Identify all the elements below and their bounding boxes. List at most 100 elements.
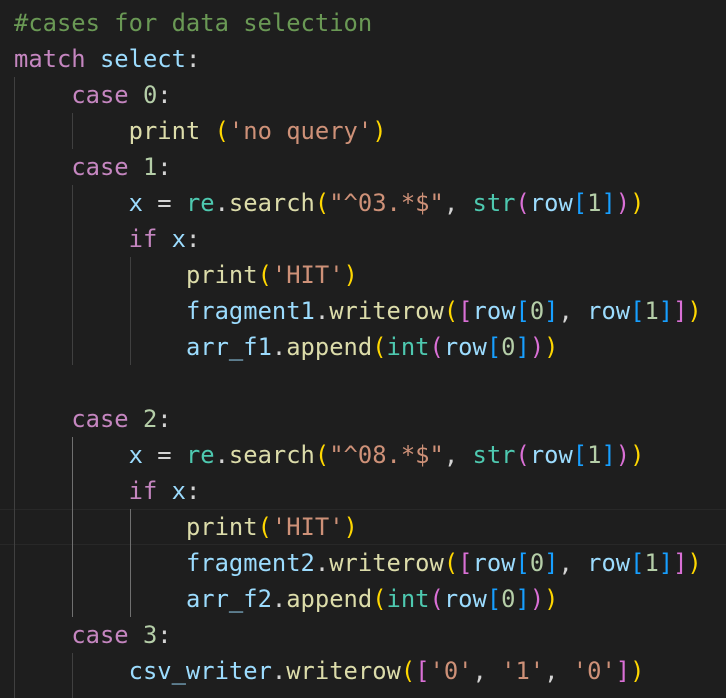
code-token: 0 [501,585,516,613]
code-token: arr_f2 [185,585,272,613]
code-token: [ [630,549,645,577]
code-token: ( [400,657,416,685]
code-line[interactable]: print ('no query') [14,113,702,149]
code-token: ] [658,297,674,325]
code-token: [ [458,297,473,325]
code-token: 1 [142,153,158,181]
code-line[interactable]: fragment1.writerow([row[0], row[1]]) [14,293,702,329]
code-token: . [271,657,287,685]
code-token: ( [515,441,530,469]
code-line[interactable]: match select: [14,41,702,77]
code-token: ( [372,585,387,613]
code-line[interactable]: case 1: [14,149,702,185]
code-token: ) [343,513,358,541]
code-token: = [142,441,186,469]
code-token: #cases for data selection [14,9,373,37]
code-line[interactable]: print('HIT') [14,257,702,293]
code-token: ) [343,261,358,289]
code-token: ] [515,333,530,361]
code-token: ] [601,189,616,217]
code-token: ] [544,297,559,325]
code-token: 3 [142,621,158,649]
code-token: ( [214,117,229,145]
code-token: x [171,225,186,253]
code-line[interactable]: x = re.search("^08.*$", str(row[1])) [14,437,702,473]
code-token: x [128,189,143,217]
code-token: ] [601,441,616,469]
code-line[interactable] [14,365,702,401]
code-token: row [443,333,487,361]
code-token: : [157,153,172,181]
code-token: row [472,549,516,577]
code-token: ( [443,297,459,325]
code-token: str [472,441,516,469]
code-line[interactable]: csv_writer.writerow(['0', '1', '0']) [14,653,702,689]
code-line[interactable]: fragment2.writerow([row[0], row[1]]) [14,545,702,581]
code-line[interactable]: if x: [14,473,702,509]
code-token: 'HIT' [271,513,344,541]
code-token: 0 [501,333,516,361]
code-token: match [14,45,86,73]
code-token: 0 [529,549,545,577]
code-token: ) [529,333,545,361]
code-token: case [71,405,129,433]
code-token: ) [615,189,631,217]
code-line[interactable]: case 3: [14,617,702,653]
code-line[interactable]: case 0: [14,77,702,113]
code-token: if [128,477,158,505]
code-token: ] [673,549,688,577]
code-line[interactable]: arr_f2.append(int(row[0])) [14,581,702,617]
code-token: case [71,153,129,181]
code-token: . [314,549,330,577]
code-token: row [443,585,487,613]
code-token: ( [257,261,272,289]
code-token: '0' [429,657,473,685]
code-token: . [271,333,287,361]
code-token: . [214,441,229,469]
code-line[interactable]: print('HIT') [14,509,702,545]
code-token: int [386,585,430,613]
code-token: ) [630,189,645,217]
code-token: append [286,333,373,361]
code-token: 0 [142,81,158,109]
code-line[interactable]: case 2: [14,401,702,437]
code-line[interactable]: if x: [14,221,702,257]
code-token: "^08.*$" [329,441,444,469]
code-token: "^03.*$" [329,189,444,217]
code-token: , [544,657,573,685]
code-token: [ [415,657,430,685]
code-token: : [157,621,172,649]
code-block[interactable]: #cases for data selection match select: c… [14,5,702,689]
code-token: 1 [587,189,602,217]
code-token: ) [372,117,387,145]
code-token: [ [515,549,530,577]
code-token: ( [429,333,444,361]
code-line[interactable]: arr_f1.append(int(row[0])) [14,329,702,365]
code-token: 1 [644,549,659,577]
code-editor[interactable]: #cases for data selection match select: c… [0,0,726,698]
code-token: ) [544,333,559,361]
code-token: ) [630,657,645,685]
code-token: ( [515,189,530,217]
code-token: select [99,45,186,73]
code-token: row [587,297,631,325]
code-token: ) [687,297,702,325]
code-line[interactable]: #cases for data selection [14,5,702,41]
code-token: x [171,477,186,505]
code-token: , [472,657,502,685]
code-line[interactable]: x = re.search("^03.*$", str(row[1])) [14,185,702,221]
